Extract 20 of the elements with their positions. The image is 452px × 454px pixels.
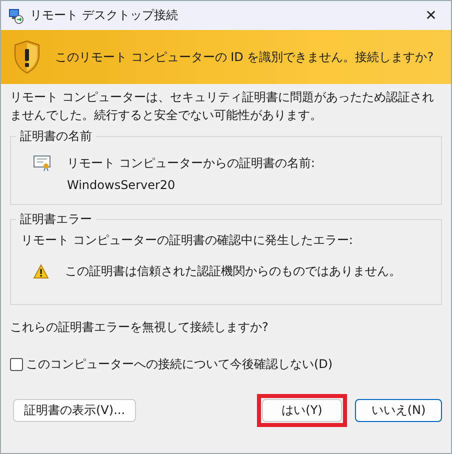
group-title: 証明書エラー xyxy=(19,211,93,228)
dialog-button[interactable]: 証明書の表示(V)... xyxy=(13,399,136,422)
description-text: リモート コンピューターは、セキュリティ証明書に問題があったため認証されませんでした。続行すると安全でない可能性があります。 xyxy=(10,89,435,124)
close-button[interactable]: ✕ xyxy=(411,1,451,30)
group-text: この証明書は信頼された認証機関からのものではありません。 xyxy=(65,263,401,280)
question-text: これらの証明書エラーを無視して接続しますか? xyxy=(10,319,270,336)
remote-desktop-icon xyxy=(8,8,24,24)
checkbox-label: このコンピューターへの接続について今後確認しない(D) xyxy=(26,356,333,373)
dialog-button[interactable]: いいえ(N) xyxy=(355,399,442,422)
checkbox[interactable] xyxy=(10,358,23,371)
shield-warning-icon xyxy=(13,40,41,74)
group-text: リモート コンピューターの証明書の確認中に発生したエラー: xyxy=(21,232,354,249)
window-title: リモート デスクトップ接続 xyxy=(30,7,178,24)
warning-icon xyxy=(33,264,49,279)
group-title: 証明書の名前 xyxy=(19,128,93,145)
certificate-icon xyxy=(33,155,51,171)
warning-message: このリモート コンピューターの ID を識別できません。接続しますか? xyxy=(55,48,434,66)
group-text: WindowsServer20 xyxy=(67,178,176,192)
dialog-button[interactable]: はい(Y) xyxy=(262,399,342,422)
group-text: リモート コンピューターからの証明書の名前: xyxy=(67,155,315,172)
